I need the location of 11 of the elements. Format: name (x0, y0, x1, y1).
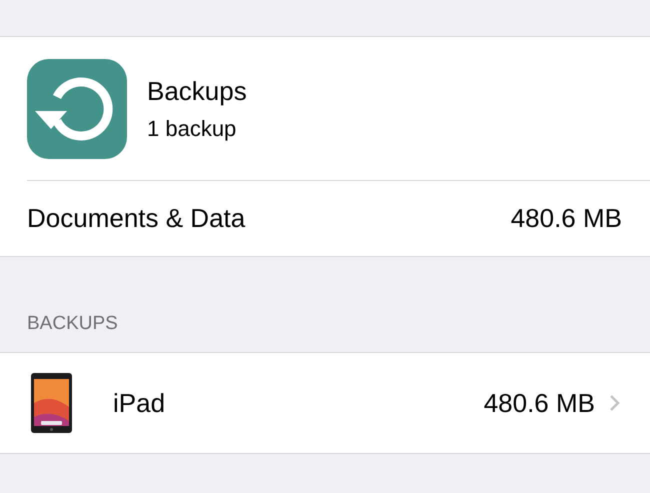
app-name: Backups (147, 74, 247, 107)
restore-icon (27, 58, 127, 158)
section-header: BACKUPS (27, 312, 118, 336)
row-label: Documents & Data (27, 202, 246, 235)
device-name: iPad (113, 386, 166, 420)
row-value: 480.6 MB (510, 202, 622, 235)
backup-row[interactable]: iPad 480.6 MB (0, 353, 650, 453)
tablet-icon (31, 373, 72, 433)
app-subtitle: 1 backup (147, 115, 238, 142)
backup-size: 480.6 MB (484, 386, 595, 420)
chevron-icon (609, 394, 620, 412)
